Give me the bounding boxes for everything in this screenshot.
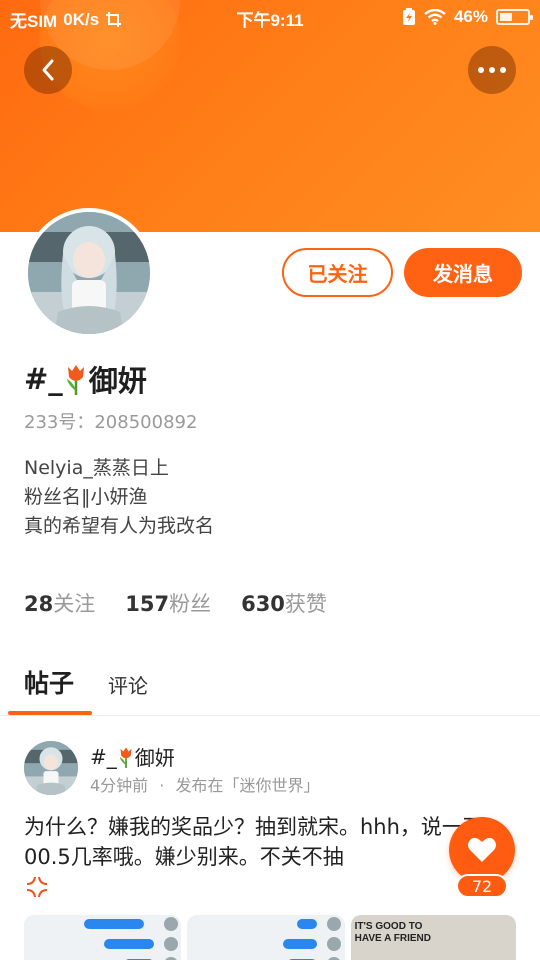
tulip-icon bbox=[119, 746, 132, 768]
followed-button[interactable]: 已关注 bbox=[282, 248, 393, 297]
profile-bio: Nelyia_蒸蒸日上 粉丝名‖小妍渔 真的希望有人为我改名 bbox=[24, 454, 214, 541]
quote-line: IT'S GOOD TO bbox=[354, 921, 423, 932]
post-author-avatar[interactable] bbox=[24, 741, 78, 795]
anime-avatar-image bbox=[28, 212, 150, 334]
profile-username: #_ 御妍 bbox=[24, 358, 147, 400]
meta-separator: · bbox=[159, 776, 165, 795]
post-author-prefix: #_ bbox=[90, 744, 117, 769]
likes-count: 630 bbox=[241, 592, 285, 616]
chevron-left-icon bbox=[42, 59, 54, 81]
following-label: 关注 bbox=[53, 592, 96, 616]
post-images: IT'S GOOD TO HAVE A FRIEND bbox=[24, 915, 516, 960]
content-tabs: 帖子 评论 bbox=[0, 660, 540, 716]
tab-posts[interactable]: 帖子 bbox=[24, 664, 74, 700]
following-stat[interactable]: 28关注 bbox=[24, 588, 95, 618]
bio-line: 真的希望有人为我改名 bbox=[24, 515, 215, 537]
likes-stat[interactable]: 630获赞 bbox=[241, 588, 327, 618]
username-suffix: 御妍 bbox=[88, 364, 147, 398]
like-count-badge: 72 bbox=[456, 874, 508, 898]
anger-emoji-icon bbox=[27, 877, 47, 897]
more-dots-icon bbox=[478, 67, 506, 73]
post-meta: 4分钟前 · 发布在「迷你世界」 bbox=[90, 772, 319, 796]
back-button[interactable] bbox=[24, 46, 72, 94]
post-author-suffix: 御妍 bbox=[134, 746, 175, 770]
send-message-button[interactable]: 发消息 bbox=[404, 248, 522, 297]
battery-icon bbox=[496, 9, 533, 25]
profile-avatar[interactable] bbox=[24, 208, 154, 338]
post-channel[interactable]: 发布在「迷你世界」 bbox=[175, 776, 319, 795]
post-time: 4分钟前 bbox=[90, 776, 149, 795]
heart-icon bbox=[468, 837, 496, 862]
profile-stats: 28关注 157粉丝 630获赞 bbox=[24, 588, 327, 618]
anime-avatar-image bbox=[24, 741, 78, 795]
active-tab-indicator bbox=[8, 711, 92, 715]
battery-percent: 46% bbox=[453, 7, 488, 26]
likes-label: 获赞 bbox=[284, 592, 327, 616]
username-prefix: #_ bbox=[24, 362, 63, 396]
battery-fill bbox=[500, 13, 512, 21]
profile-banner bbox=[0, 0, 540, 232]
post-image-chat-1[interactable] bbox=[24, 915, 182, 960]
following-count: 28 bbox=[24, 592, 54, 616]
followers-count: 157 bbox=[125, 592, 170, 616]
post-text: 为什么？嫌我的奖品少？抽到就宋。hhh，说一下，00.5几率哦。嫌少别来。不关不… bbox=[24, 815, 505, 869]
post-content[interactable]: 为什么？嫌我的奖品少？抽到就宋。hhh，说一下，00.5几率哦。嫌少别来。不关不… bbox=[24, 812, 516, 908]
charging-icon bbox=[402, 8, 415, 25]
more-options-button[interactable] bbox=[468, 46, 516, 94]
post-image-chat-2[interactable] bbox=[187, 915, 345, 960]
clock: 下午9:11 bbox=[236, 11, 304, 30]
post-image-quote[interactable]: IT'S GOOD TO HAVE A FRIEND bbox=[350, 915, 516, 960]
tab-comments[interactable]: 评论 bbox=[108, 670, 148, 699]
bio-line: Nelyia_蒸蒸日上 bbox=[24, 457, 169, 479]
wifi-icon bbox=[424, 9, 446, 25]
bio-line: 粉丝名‖小妍渔 bbox=[24, 486, 148, 508]
post-author-name[interactable]: #_ 御妍 bbox=[90, 742, 175, 771]
followers-label: 粉丝 bbox=[169, 592, 212, 616]
quote-line: HAVE A FRIEND bbox=[354, 933, 431, 944]
tulip-icon bbox=[66, 365, 84, 395]
user-id: 233号：208500892 bbox=[24, 412, 198, 433]
status-bar: 无SIM 0K/s 下午9:11 46% bbox=[0, 0, 540, 34]
followers-stat[interactable]: 157粉丝 bbox=[125, 588, 211, 618]
